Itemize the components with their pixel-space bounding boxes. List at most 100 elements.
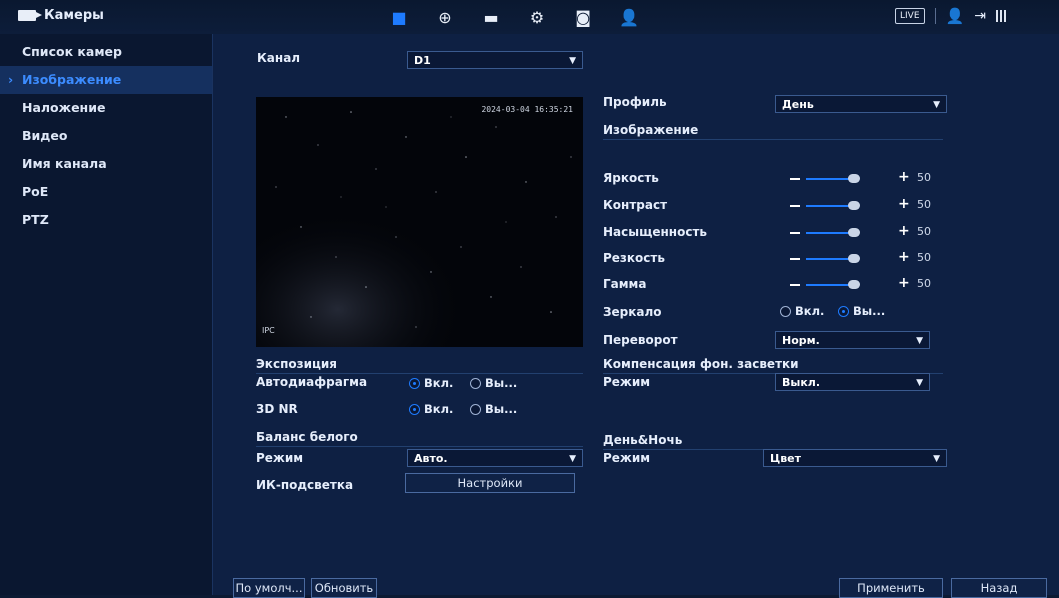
brightness-slider[interactable]: +50	[790, 169, 940, 186]
radio-circle[interactable]	[409, 403, 420, 415]
minus-icon[interactable]	[790, 284, 800, 286]
iris-off-radio[interactable]: Вы...	[470, 376, 517, 390]
profile-select-value: День	[782, 98, 814, 111]
slider-value: 50	[917, 225, 931, 238]
radio-label: Вы...	[485, 402, 518, 416]
radio-circle[interactable]	[838, 305, 849, 317]
blc-section-title: Компенсация фон. засветки	[603, 357, 943, 374]
radio-label: Вы...	[853, 304, 886, 318]
storage-icon[interactable]: ▬	[468, 6, 514, 28]
dn-mode-select[interactable]: Цвет ▼	[763, 449, 947, 467]
refresh-button[interactable]: Обновить	[311, 578, 377, 598]
nr-on-radio[interactable]: Вкл.	[409, 402, 453, 416]
sidebar-item-channel-name[interactable]: Имя канала	[0, 150, 212, 178]
chevron-down-icon: ▼	[916, 336, 923, 346]
gamma-slider[interactable]: +50	[790, 275, 940, 292]
slider-thumb[interactable]	[848, 254, 860, 263]
contrast-slider[interactable]: +50	[790, 196, 940, 213]
minus-icon[interactable]	[790, 178, 800, 180]
wb-mode-value: Авто.	[414, 452, 448, 465]
osd-timestamp: 2024-03-04 16:35:21	[481, 105, 573, 114]
sidebar: Список камер Изображение Наложение Видео…	[0, 34, 213, 595]
saturation-slider[interactable]: +50	[790, 223, 940, 240]
top-bar: Камеры ■ ⊕ ▬ ⚙ ◙ 👤 LIVE 👤 ⇥	[0, 0, 1059, 35]
ir-label: ИК-подсветка	[256, 478, 354, 492]
flip-select[interactable]: Норм. ▼	[775, 331, 930, 349]
apply-button[interactable]: Применить	[839, 578, 943, 598]
chevron-down-icon: ▼	[916, 378, 923, 388]
slider-value: 50	[917, 277, 931, 290]
minus-icon[interactable]	[790, 232, 800, 234]
flip-select-value: Норм.	[782, 334, 820, 347]
mirror-off-radio[interactable]: Вы...	[838, 304, 885, 318]
settings-gears-icon[interactable]: ⚙	[514, 6, 560, 28]
slider-thumb[interactable]	[848, 280, 860, 289]
minus-icon[interactable]	[790, 205, 800, 207]
divider	[934, 8, 936, 24]
plus-icon[interactable]: +	[898, 196, 910, 212]
radio-label: Вкл.	[424, 402, 454, 416]
top-right-controls: LIVE 👤 ⇥	[895, 7, 1008, 25]
plus-icon[interactable]: +	[898, 275, 910, 291]
slider-thumb[interactable]	[848, 201, 860, 210]
slider-label-saturation: Насыщенность	[603, 225, 707, 239]
sidebar-item-poe[interactable]: PoE	[0, 178, 212, 206]
nr-off-radio[interactable]: Вы...	[470, 402, 517, 416]
slider-thumb[interactable]	[848, 174, 860, 183]
default-button[interactable]: По умолч...	[233, 578, 305, 598]
network-icon[interactable]: ⊕	[422, 6, 468, 28]
blc-mode-label: Режим	[603, 375, 651, 389]
iris-on-radio[interactable]: Вкл.	[409, 376, 453, 390]
flip-label: Переворот	[603, 333, 678, 347]
wb-mode-select[interactable]: Авто. ▼	[407, 449, 583, 467]
chevron-down-icon: ▼	[933, 100, 940, 110]
slider-value: 50	[917, 171, 931, 184]
radio-circle[interactable]	[409, 377, 420, 389]
sidebar-item-ptz[interactable]: PTZ	[0, 206, 212, 234]
logout-icon[interactable]: ⇥	[974, 8, 986, 24]
sidebar-item-video[interactable]: Видео	[0, 122, 212, 150]
blc-mode-value: Выкл.	[782, 376, 821, 389]
radio-circle[interactable]	[470, 377, 481, 389]
slider-label-sharpness: Резкость	[603, 251, 665, 265]
camera-preview: 2024-03-04 16:35:21 IPC	[256, 97, 583, 347]
slider-value: 50	[917, 251, 931, 264]
profile-select[interactable]: День ▼	[775, 95, 947, 113]
radio-circle[interactable]	[470, 403, 481, 415]
sharpness-slider[interactable]: +50	[790, 249, 940, 266]
radio-circle[interactable]	[780, 305, 791, 317]
main-menu-icons: ■ ⊕ ▬ ⚙ ◙ 👤	[376, 6, 652, 28]
sidebar-item-overlay[interactable]: Наложение	[0, 94, 212, 122]
main-panel: Канал D1 ▼ 2024-03-04 16:35:21 IPC Профи…	[213, 34, 1059, 598]
osd-channel-name: IPC	[262, 326, 275, 335]
camera-icon	[18, 10, 42, 21]
minus-icon[interactable]	[790, 258, 800, 260]
slider-value: 50	[917, 198, 931, 211]
radio-label: Вкл.	[795, 304, 825, 318]
user-icon[interactable]: 👤	[946, 7, 965, 25]
mirror-on-radio[interactable]: Вкл.	[780, 304, 824, 318]
plus-icon[interactable]: +	[898, 249, 910, 265]
daynight-section-title: День&Ночь	[603, 433, 943, 450]
blc-mode-select[interactable]: Выкл. ▼	[775, 373, 930, 391]
account-settings-icon[interactable]: 👤	[606, 6, 652, 28]
plus-icon[interactable]: +	[898, 223, 910, 239]
chevron-down-icon: ▼	[569, 56, 576, 66]
back-button[interactable]: Назад	[951, 578, 1047, 598]
plus-icon[interactable]: +	[898, 169, 910, 185]
slider-thumb[interactable]	[848, 228, 860, 237]
sidebar-item-image[interactable]: Изображение	[0, 66, 212, 94]
live-button[interactable]: LIVE	[895, 8, 925, 24]
nr-label: 3D NR	[256, 402, 298, 416]
iris-label: Автодиафрагма	[256, 375, 368, 389]
shield-icon[interactable]: ◙	[560, 6, 606, 28]
channel-select[interactable]: D1 ▼	[407, 51, 583, 69]
ir-settings-button[interactable]: Настройки	[405, 473, 575, 493]
sidebar-item-camera-list[interactable]: Список камер	[0, 38, 212, 66]
camera-tab-icon[interactable]: ■	[376, 6, 422, 28]
qr-code-icon[interactable]	[995, 10, 1008, 22]
slider-label-gamma: Гамма	[603, 277, 647, 291]
slider-label-brightness: Яркость	[603, 171, 659, 185]
channel-select-value: D1	[414, 54, 431, 67]
page-title: Камеры	[44, 8, 104, 23]
